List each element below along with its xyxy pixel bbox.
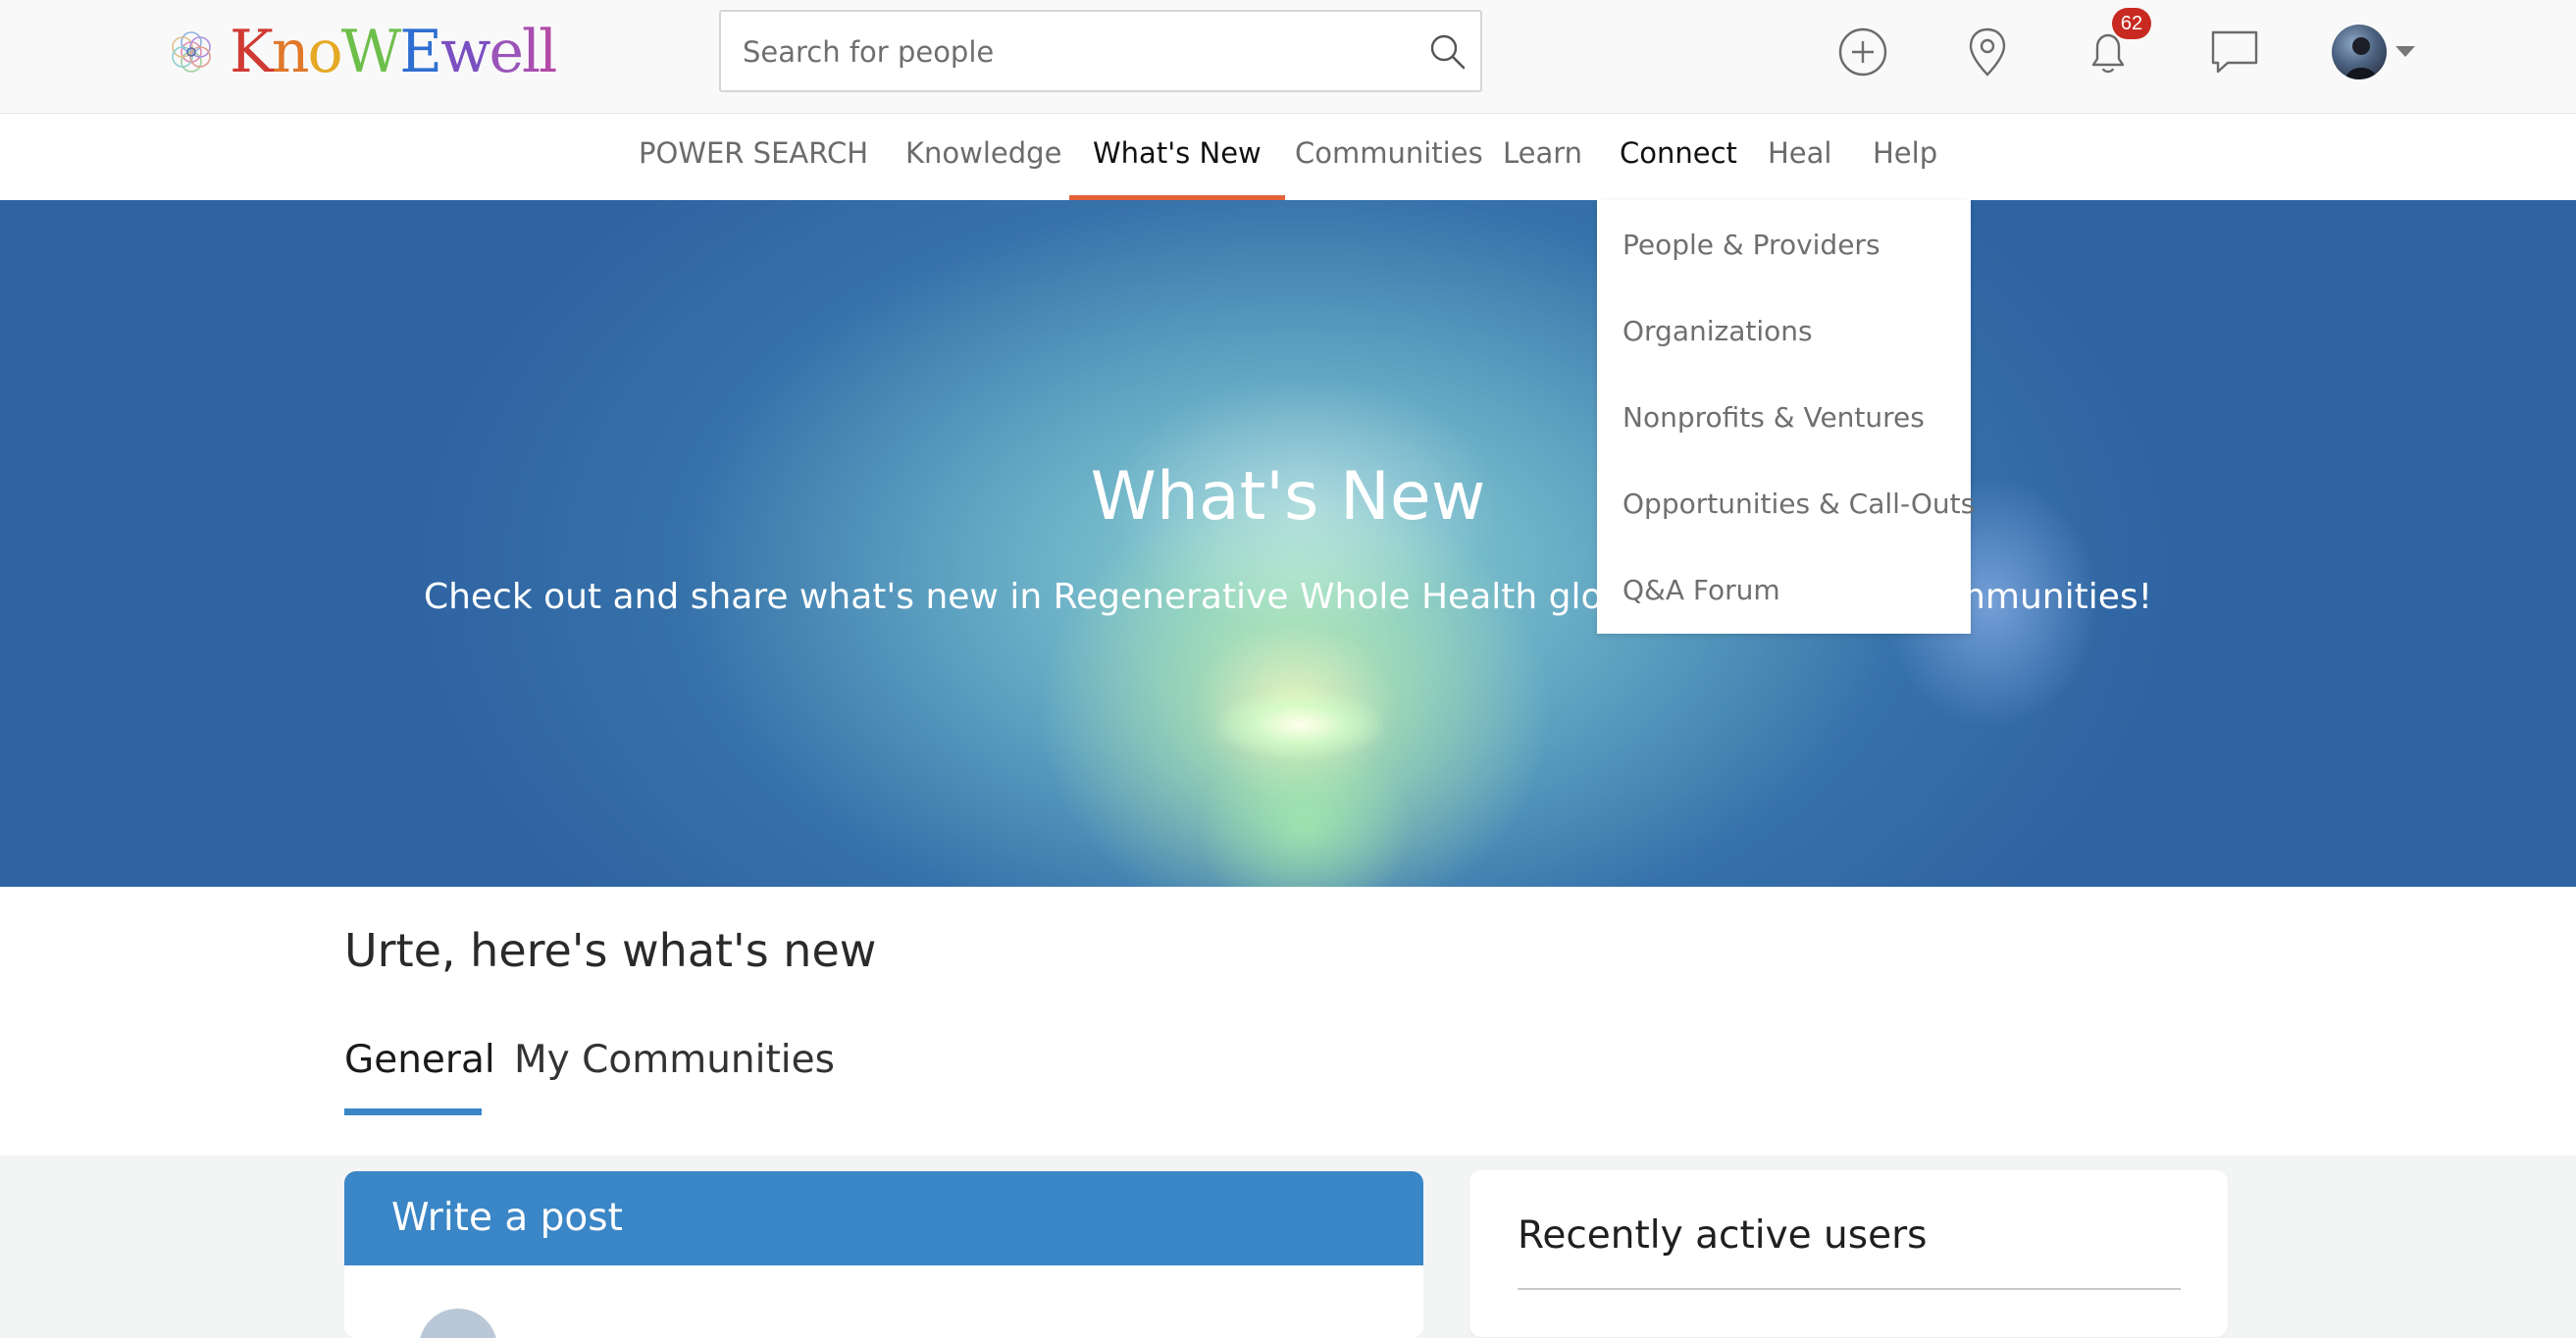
logo-flower-icon	[172, 31, 211, 73]
nav-power-search[interactable]: POWER SEARCH	[639, 114, 868, 200]
search-input[interactable]	[741, 12, 1412, 92]
notification-count-badge: 62	[2112, 8, 2151, 39]
hero-banner: What's New Check out and share what's ne…	[0, 200, 2576, 887]
write-post-header[interactable]: Write a post	[344, 1171, 1423, 1265]
hero-light-flare	[1216, 691, 1383, 759]
nav-connect[interactable]: Connect	[1620, 114, 1737, 200]
menu-item-opportunities-callouts[interactable]: Opportunities & Call-Outs	[1597, 475, 1975, 561]
tab-general[interactable]: General	[344, 1038, 495, 1082]
active-tab-indicator	[344, 1108, 482, 1115]
hero-title: What's New	[1090, 458, 1486, 536]
menu-item-qa-forum[interactable]: Q&A Forum	[1597, 561, 1971, 647]
nav-heal[interactable]: Heal	[1768, 114, 1831, 200]
search-icon[interactable]	[1427, 31, 1467, 71]
post-author-avatar	[419, 1309, 497, 1338]
menu-item-nonprofits-ventures[interactable]: Nonprofits & Ventures	[1597, 388, 1971, 475]
avatar-photo-icon	[2345, 37, 2377, 79]
nav-learn[interactable]: Learn	[1503, 114, 1582, 200]
nav-communities[interactable]: Communities	[1295, 114, 1483, 200]
page-greeting: Urte, here's what's new	[344, 924, 877, 977]
site-logo[interactable]: KnoWEwell	[159, 18, 557, 86]
divider	[1518, 1288, 2181, 1290]
plus-circle-icon[interactable]	[1834, 24, 1891, 80]
main-nav: POWER SEARCH Knowledge What's New Commun…	[0, 114, 2576, 201]
menu-item-organizations[interactable]: Organizations	[1597, 302, 1971, 388]
recently-active-users-card: Recently active users	[1469, 1170, 2228, 1337]
recently-active-users-title: Recently active users	[1518, 1213, 1928, 1258]
feed-header: Urte, here's what's new General My Commu…	[0, 887, 2576, 1156]
hero-subtitle: Check out and share what's new in Regene…	[423, 577, 2153, 617]
nav-help[interactable]: Help	[1873, 114, 1937, 200]
location-pin-icon[interactable]	[1959, 24, 2016, 80]
nav-knowledge[interactable]: Knowledge	[905, 114, 1061, 200]
logo-wordmark: KnoWEwell	[230, 18, 557, 86]
menu-item-people-providers[interactable]: People & Providers	[1597, 216, 1971, 302]
connect-dropdown-menu: People & Providers Organizations Nonprof…	[1597, 200, 1975, 634]
user-avatar[interactable]	[2332, 25, 2387, 79]
top-header: KnoWEwell 62	[0, 0, 2576, 114]
caret-down-icon[interactable]	[2394, 43, 2417, 59]
nav-whats-new[interactable]: What's New	[1069, 114, 1285, 200]
chat-bubble-icon[interactable]	[2206, 24, 2263, 80]
tab-my-communities[interactable]: My Communities	[514, 1038, 835, 1082]
write-post-card: Write a post	[344, 1171, 1423, 1338]
people-search-box	[719, 10, 1482, 92]
